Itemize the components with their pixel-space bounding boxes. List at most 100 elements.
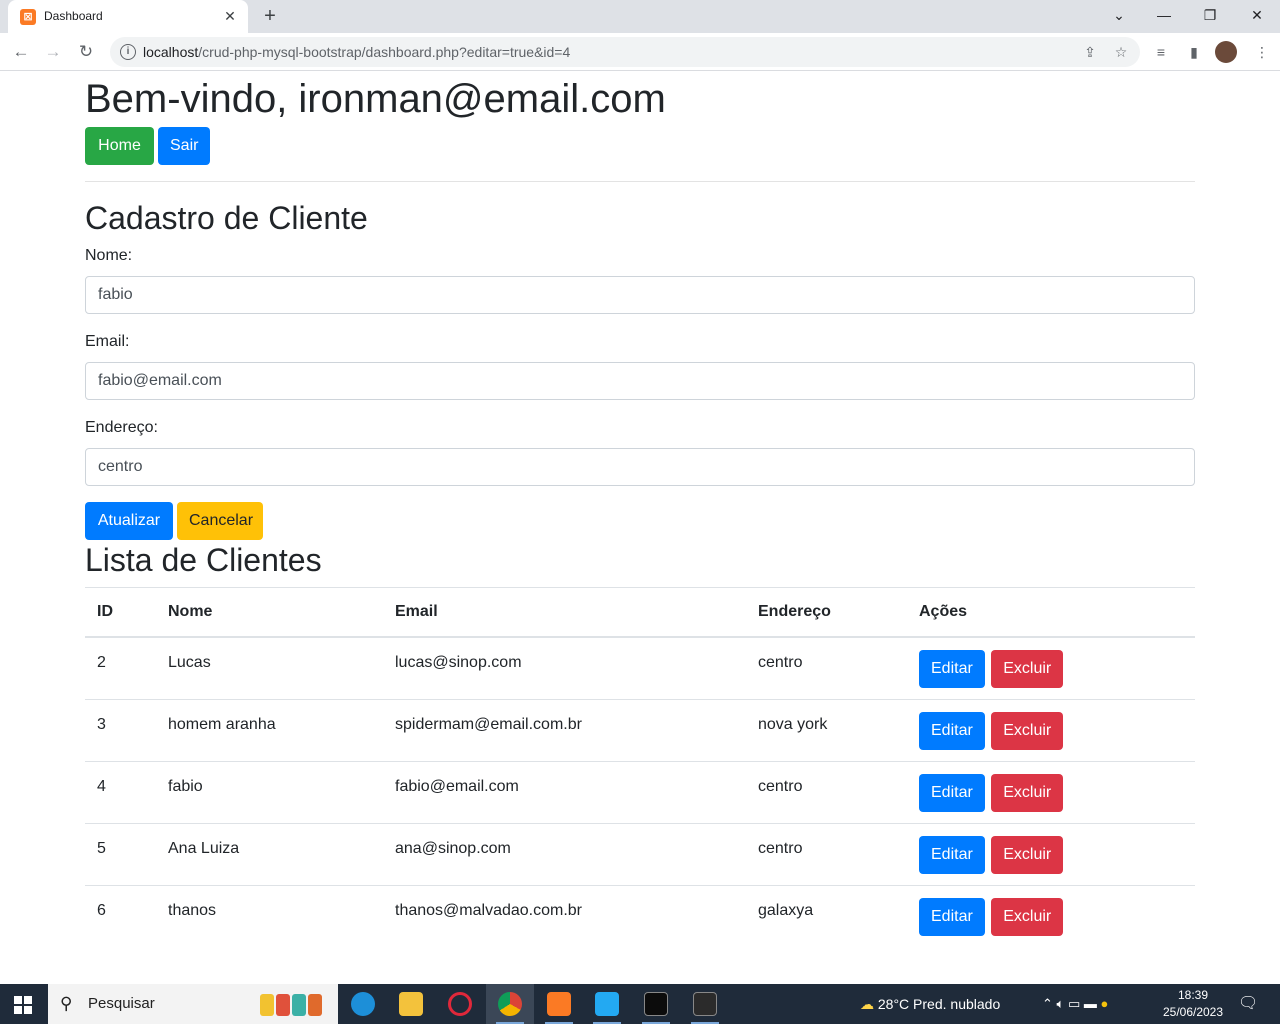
clock-date: 25/06/2023 <box>1162 1005 1224 1019</box>
table-row: 4 fabio fabio@email.com centro Editar Ex… <box>85 760 1195 823</box>
edit-button[interactable]: Editar <box>919 711 985 750</box>
list-title: Lista de Clientes <box>85 542 322 578</box>
browser-tab-bar: ⊠ Dashboard ✕ + ⌄ — ❐ ✕ <box>0 0 1280 33</box>
reload-icon[interactable]: ↻ <box>73 39 99 65</box>
delete-button[interactable]: Excluir <box>991 711 1064 750</box>
cancel-button[interactable]: Cancelar <box>177 502 263 540</box>
search-icon: ⚲ <box>60 994 73 1013</box>
cell-email: thanos@malvadao.com.br <box>383 884 746 947</box>
column-header-name: Nome <box>156 587 383 638</box>
cell-id: 6 <box>85 884 156 947</box>
minimize-icon[interactable]: — <box>1141 0 1187 30</box>
clients-table: ID Nome Email Endereço Ações 2 Lucas luc… <box>85 587 1195 947</box>
column-header-actions: Ações <box>907 587 1195 638</box>
clock-time: 18:39 <box>1177 988 1209 1002</box>
cell-actions: Editar Excluir <box>907 884 1195 947</box>
chrome-app-icon[interactable] <box>486 984 534 1024</box>
browser-toolbar: ← → ↻ i localhost/crud-php-mysql-bootstr… <box>0 33 1280 71</box>
share-icon[interactable]: ⇪ <box>1080 42 1100 62</box>
opera-app-icon[interactable] <box>436 984 484 1024</box>
weather-widget[interactable]: ☁ 28°C Pred. nublado <box>860 984 1000 1024</box>
xampp-app-icon[interactable] <box>535 984 583 1024</box>
tray-icons: ⌃ 🔈︎ ▭ ▬ ● <box>1042 984 1108 1024</box>
windows-start-icon[interactable] <box>14 996 32 1014</box>
home-button[interactable]: Home <box>85 127 154 165</box>
cell-id: 5 <box>85 822 156 885</box>
url-path: /crud-php-mysql-bootstrap/dashboard.php?… <box>198 44 571 60</box>
divider <box>85 181 1195 182</box>
side-panel-icon[interactable]: ▮ <box>1183 41 1205 63</box>
cell-id: 2 <box>85 636 156 699</box>
table-row: 6 thanos thanos@malvadao.com.br galaxya … <box>85 884 1195 947</box>
partly-cloudy-icon: ☁ <box>860 996 874 1012</box>
address-input[interactable]: centro <box>85 448 1195 486</box>
table-row: 3 homem aranha spidermam@email.com.br no… <box>85 698 1195 761</box>
form-title: Cadastro de Cliente <box>85 200 368 236</box>
email-input[interactable]: fabio@email.com <box>85 362 1195 400</box>
cell-id: 4 <box>85 760 156 823</box>
name-input[interactable]: fabio <box>85 276 1195 314</box>
cell-actions: Editar Excluir <box>907 636 1195 699</box>
cell-address: centro <box>746 822 907 885</box>
edit-button[interactable]: Editar <box>919 773 985 812</box>
tray-app-icon[interactable]: ● <box>1101 996 1109 1011</box>
address-bar[interactable]: i localhost/crud-php-mysql-bootstrap/das… <box>110 37 1140 67</box>
address-label: Endereço: <box>85 419 158 436</box>
column-header-address: Endereço <box>746 587 907 638</box>
close-tab-icon[interactable]: ✕ <box>220 6 240 26</box>
restore-icon[interactable]: ❐ <box>1187 0 1233 30</box>
cell-actions: Editar Excluir <box>907 760 1195 823</box>
delete-button[interactable]: Excluir <box>991 650 1064 688</box>
xampp-favicon-icon: ⊠ <box>20 9 36 25</box>
powershell-terminal-app-icon[interactable] <box>681 984 729 1024</box>
taskbar-clock[interactable]: 18:39 25/06/2023 <box>1160 987 1226 1021</box>
cell-name: Lucas <box>156 636 383 699</box>
site-info-icon[interactable]: i <box>120 44 136 60</box>
notification-icon[interactable]: 🗨︎ <box>1238 984 1258 1024</box>
close-window-icon[interactable]: ✕ <box>1234 0 1280 30</box>
new-tab-icon[interactable]: + <box>258 4 282 28</box>
forward-icon[interactable]: → <box>40 39 66 65</box>
search-placeholder: Pesquisar <box>88 995 155 1012</box>
cell-email: lucas@sinop.com <box>383 636 746 699</box>
cell-actions: Editar Excluir <box>907 698 1195 761</box>
edge-app-icon[interactable] <box>339 984 387 1024</box>
vscode-app-icon[interactable] <box>583 984 631 1024</box>
edit-button[interactable]: Editar <box>919 835 985 874</box>
url-text: localhost/crud-php-mysql-bootstrap/dashb… <box>143 44 570 60</box>
edit-button[interactable]: Editar <box>919 897 985 936</box>
delete-button[interactable]: Excluir <box>991 835 1064 874</box>
menu-kebab-icon[interactable]: ⋮ <box>1251 41 1273 63</box>
chevron-up-icon[interactable]: ⌃ <box>1042 996 1053 1011</box>
update-button[interactable]: Atualizar <box>85 502 173 540</box>
profile-avatar[interactable] <box>1215 41 1237 63</box>
terminal-app-icon[interactable] <box>632 984 680 1024</box>
windows-taskbar: ⚲ Pesquisar ☁ 28°C Pred. nublado ⌃ 🔈︎ ▭ … <box>0 984 1280 1024</box>
cell-name: fabio <box>156 760 383 823</box>
cell-name: Ana Luiza <box>156 822 383 885</box>
logout-button[interactable]: Sair <box>158 127 210 165</box>
search-highlight-art-icon <box>260 994 322 1016</box>
cell-name: homem aranha <box>156 698 383 761</box>
bookmark-star-icon[interactable]: ☆ <box>1111 42 1131 62</box>
delete-button[interactable]: Excluir <box>991 773 1064 812</box>
meet-now-icon[interactable]: ▭ <box>1068 996 1080 1011</box>
table-header-row: ID Nome Email Endereço Ações <box>85 587 1195 638</box>
back-icon[interactable]: ← <box>8 39 34 65</box>
media-control-icon[interactable]: ≡ <box>1150 41 1172 63</box>
taskbar-search-box[interactable]: ⚲ Pesquisar <box>48 984 338 1024</box>
delete-button[interactable]: Excluir <box>991 897 1064 936</box>
network-icon[interactable]: ▬ <box>1084 996 1097 1011</box>
column-header-email: Email <box>383 587 746 638</box>
speaker-icon[interactable]: 🔈︎ <box>1057 996 1065 1011</box>
browser-tab[interactable]: ⊠ Dashboard ✕ <box>8 0 248 33</box>
url-host: localhost <box>143 44 199 60</box>
tab-search-chevron-icon[interactable]: ⌄ <box>1096 0 1142 30</box>
cell-email: fabio@email.com <box>383 760 746 823</box>
file-explorer-app-icon[interactable] <box>387 984 435 1024</box>
weather-text: 28°C Pred. nublado <box>877 996 1001 1012</box>
cell-address: galaxya <box>746 884 907 947</box>
cell-address: centro <box>746 760 907 823</box>
cell-name: thanos <box>156 884 383 947</box>
edit-button[interactable]: Editar <box>919 650 985 688</box>
